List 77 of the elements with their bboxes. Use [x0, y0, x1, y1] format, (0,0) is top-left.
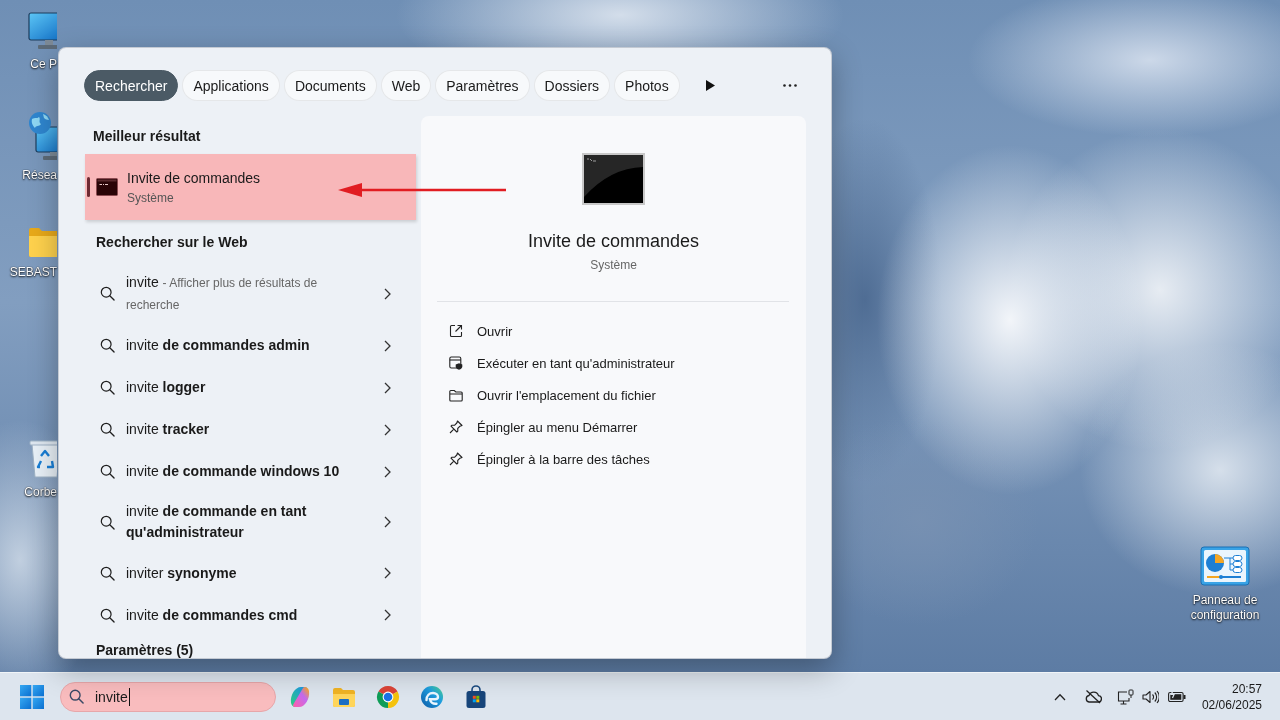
battery-icon[interactable]: [1167, 690, 1186, 703]
web-suggestion[interactable]: invite - Afficher plus de résultats de recherche: [84, 263, 416, 325]
filter-tab[interactable]: Photos: [614, 70, 680, 101]
browser-icon[interactable]: [376, 684, 400, 709]
desktop-icon-label: Résea: [22, 168, 57, 183]
chevron-right-icon: [384, 465, 391, 478]
folder-icon[interactable]: [332, 685, 356, 708]
search-icon: [100, 565, 115, 581]
filter-tab[interactable]: Applications: [182, 70, 280, 101]
search-icon: [100, 607, 115, 623]
chevron-up-icon[interactable]: [1053, 692, 1066, 701]
window-shield-icon: [449, 356, 463, 370]
recycle-bin-icon[interactable]: [28, 438, 57, 478]
result-title: Invite de commandes: [127, 168, 261, 187]
pie-chart-panel-icon[interactable]: [1200, 546, 1250, 586]
search-icon: [69, 689, 84, 704]
search-icon: [100, 514, 115, 530]
search-icon: [100, 380, 115, 396]
web-suggestion[interactable]: invite de commandes admin: [84, 324, 416, 367]
chevron-right-icon: [384, 567, 391, 579]
wave-icon[interactable]: [420, 684, 444, 709]
action-item[interactable]: Ouvrir l'emplacement du fichier: [421, 379, 806, 411]
chevron-right-icon: [384, 423, 391, 436]
web-suggestion[interactable]: invite tracker: [84, 408, 416, 451]
swirl-icon[interactable]: [288, 684, 312, 709]
clock-date: 02/06/2025: [1201, 696, 1262, 713]
console-icon: [582, 153, 645, 205]
result-subtitle: Système: [127, 189, 174, 206]
filter-tab[interactable]: Rechercher: [84, 70, 179, 101]
chevron-right-icon: [384, 339, 391, 352]
section-heading: Paramètres (5): [96, 642, 194, 658]
search-icon: [100, 338, 115, 354]
desktop-icon-label: Corbe: [24, 485, 57, 500]
best-result-item[interactable]: Invite de commandes Système: [85, 154, 416, 221]
chevron-right-icon: [384, 516, 391, 529]
desktop-icon-label: Ce P: [30, 57, 57, 72]
chevron-right-icon: [384, 381, 391, 394]
play-icon[interactable]: [705, 80, 715, 91]
section-heading: Meilleur résultat: [93, 128, 201, 144]
search-icon: [100, 422, 115, 438]
more-icon[interactable]: [783, 84, 797, 87]
web-suggestion[interactable]: invite logger: [84, 366, 416, 409]
shopping-bag-icon[interactable]: [464, 684, 488, 709]
filter-tab[interactable]: Dossiers: [533, 70, 611, 101]
console-icon: [96, 178, 118, 197]
open-external-icon: [449, 324, 463, 338]
folder-icon[interactable]: [28, 226, 57, 258]
speaker-icon[interactable]: [1141, 689, 1159, 704]
chevron-right-icon: [384, 287, 391, 300]
desktop-icon-label: Panneau de configuration: [1189, 593, 1261, 623]
search-field[interactable]: invite: [60, 681, 276, 712]
search-icon: [100, 464, 115, 480]
desktop-icon-label: SEBAST: [9, 265, 57, 280]
filter-tab[interactable]: Web: [380, 70, 432, 101]
clock-time: 20:57: [1231, 680, 1262, 697]
pin-icon: [449, 452, 463, 466]
app-title: Invite de commandes: [527, 230, 700, 253]
monitor-icon[interactable]: [28, 12, 57, 50]
search-icon: [100, 286, 115, 302]
action-item[interactable]: Ouvrir: [421, 315, 806, 347]
section-heading: Rechercher sur le Web: [96, 234, 248, 251]
cloud-off-icon[interactable]: [1083, 689, 1102, 704]
web-suggestion[interactable]: inviter synonyme: [84, 552, 416, 594]
web-suggestion[interactable]: invite de commande en tant qu'administrateur: [84, 492, 416, 552]
start-icon[interactable]: [20, 684, 44, 709]
action-item[interactable]: Épingler à la barre des tâches: [421, 443, 806, 475]
action-item[interactable]: Exécuter en tant qu'administrateur: [421, 347, 806, 379]
app-category: Système: [590, 257, 637, 273]
network-icon[interactable]: [1116, 688, 1134, 705]
folder-icon: [449, 388, 463, 402]
chevron-right-icon: [384, 609, 391, 621]
web-suggestion[interactable]: invite de commande windows 10: [84, 450, 416, 493]
web-suggestion[interactable]: invite de commandes cmd: [84, 594, 416, 636]
filter-tab[interactable]: Documents: [283, 70, 377, 101]
filter-tab[interactable]: Paramètres: [435, 70, 530, 101]
action-item[interactable]: Épingler au menu Démarrer: [421, 411, 806, 443]
pin-icon: [449, 420, 463, 434]
